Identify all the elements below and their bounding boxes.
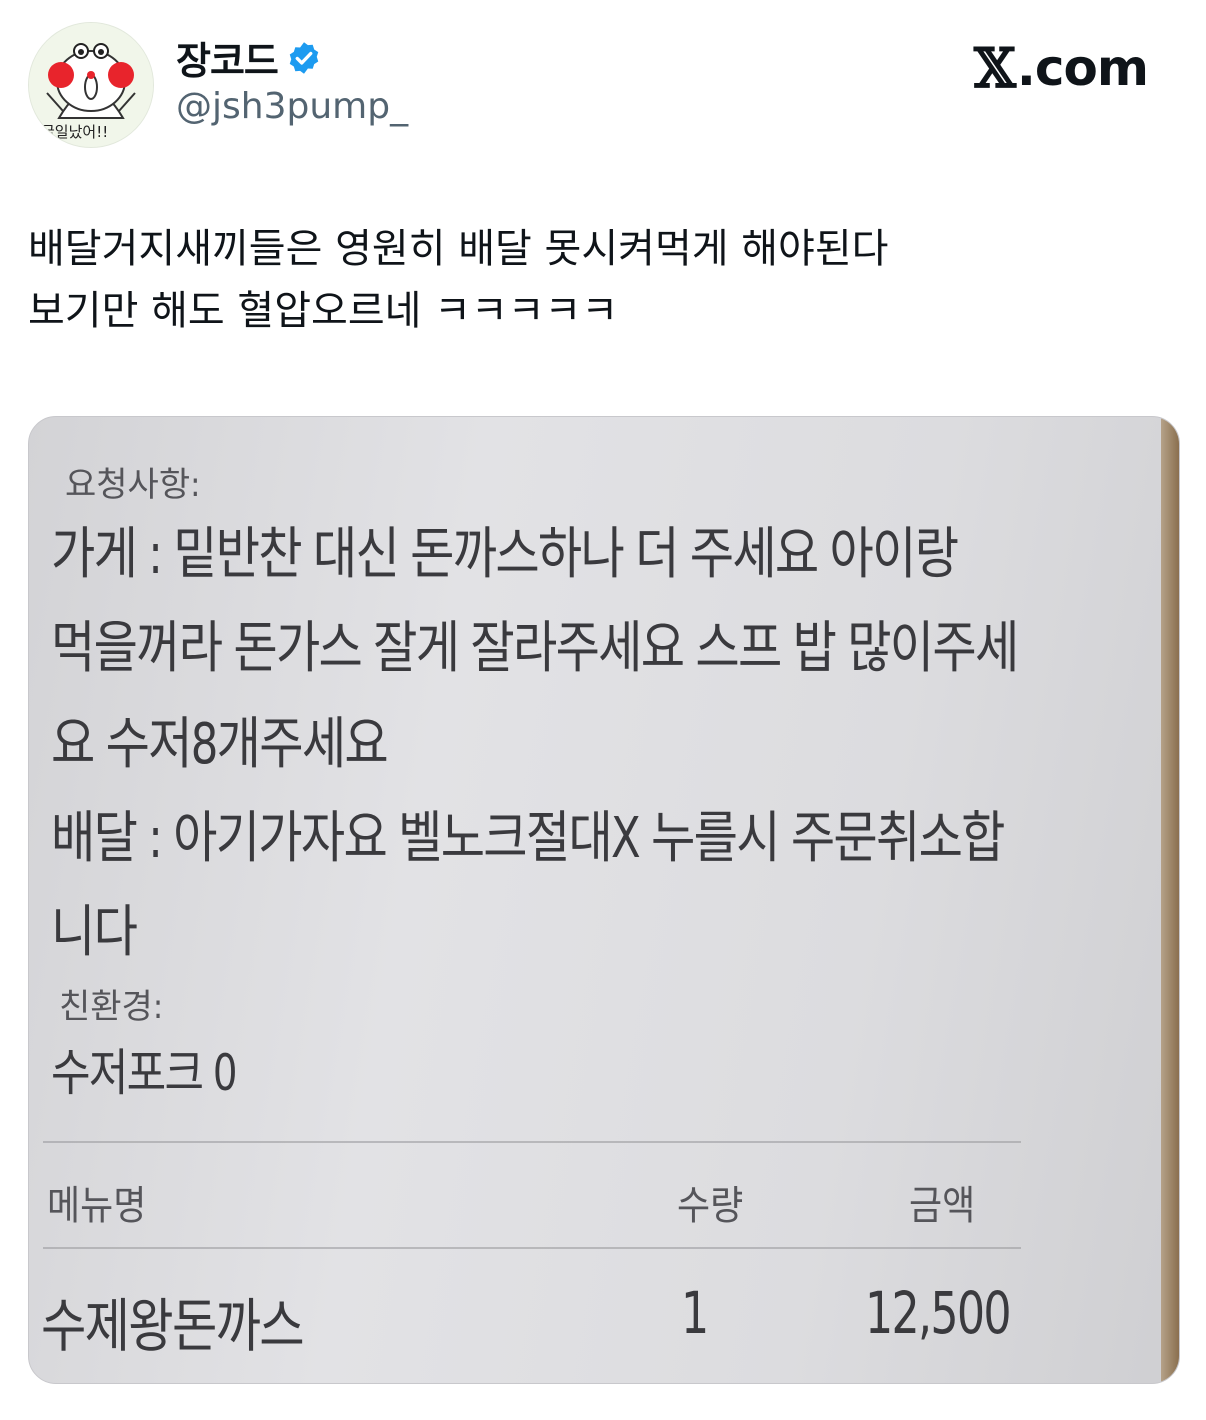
receipt-photo[interactable]: 요청사항: 가게 : 밑반찬 대신 돈까스하나 더 주세요 아이랑 먹을꺼라 돈…	[28, 416, 1180, 1384]
tweet-text: 배달거지새끼들은 영원히 배달 못시켜먹게 해야된다 보기만 해도 혈압오르네 …	[28, 218, 1178, 342]
tweet-line: 배달거지새끼들은 영원히 배달 못시켜먹게 해야된다	[28, 226, 889, 272]
delivery-request-line: 배달 : 아기가자요 벨노크절대X 누를시 주문취소합	[51, 806, 1005, 871]
eco-label: 친환경:	[59, 987, 164, 1027]
avatar[interactable]: 굴일났어!!	[28, 22, 154, 148]
verified-badge-icon	[289, 41, 319, 74]
amount-column-header: 금액	[909, 1183, 976, 1229]
display-name[interactable]: 장코드	[176, 30, 279, 85]
store-request-line: 가게 : 밑반찬 대신 돈까스하나 더 주세요 아이랑	[51, 522, 959, 587]
qty-column-header: 수량	[677, 1183, 744, 1229]
item-qty: 1	[681, 1279, 709, 1347]
request-label: 요청사항:	[65, 465, 201, 505]
receipt-divider	[43, 1141, 1021, 1143]
menu-column-header: 메뉴명	[47, 1183, 147, 1229]
receipt: 요청사항: 가게 : 밑반찬 대신 돈까스하나 더 주세요 아이랑 먹을꺼라 돈…	[29, 417, 1161, 1383]
store-request-line: 요 수저8개주세요	[51, 712, 389, 777]
item-amount: 12,500	[865, 1279, 1012, 1347]
tweet-line: 보기만 해도 혈압오르네 ㅋㅋㅋㅋㅋ	[28, 288, 619, 334]
store-request-line: 먹을꺼라 돈가스 잘게 잘라주세요 스프 밥 많이주세	[51, 616, 1019, 681]
x-logo-icon: 𝕏	[974, 36, 1016, 100]
eco-value: 수저포크 0	[51, 1044, 238, 1102]
receipt-divider	[43, 1247, 1021, 1249]
brand-domain: .com	[1016, 39, 1149, 97]
item-name: 수제왕돈까스	[41, 1292, 305, 1360]
author-name-row: 장코드	[176, 30, 322, 85]
x-com-logo: 𝕏 .com	[974, 36, 1149, 100]
avatar-caption: 굴일났어!!	[41, 123, 108, 141]
author-handle[interactable]: @jsh3pump_	[176, 86, 408, 127]
avatar-cartoon-icon: 굴일났어!!	[29, 23, 153, 147]
delivery-request-line: 니다	[51, 900, 138, 965]
table-edge	[1161, 417, 1179, 1383]
